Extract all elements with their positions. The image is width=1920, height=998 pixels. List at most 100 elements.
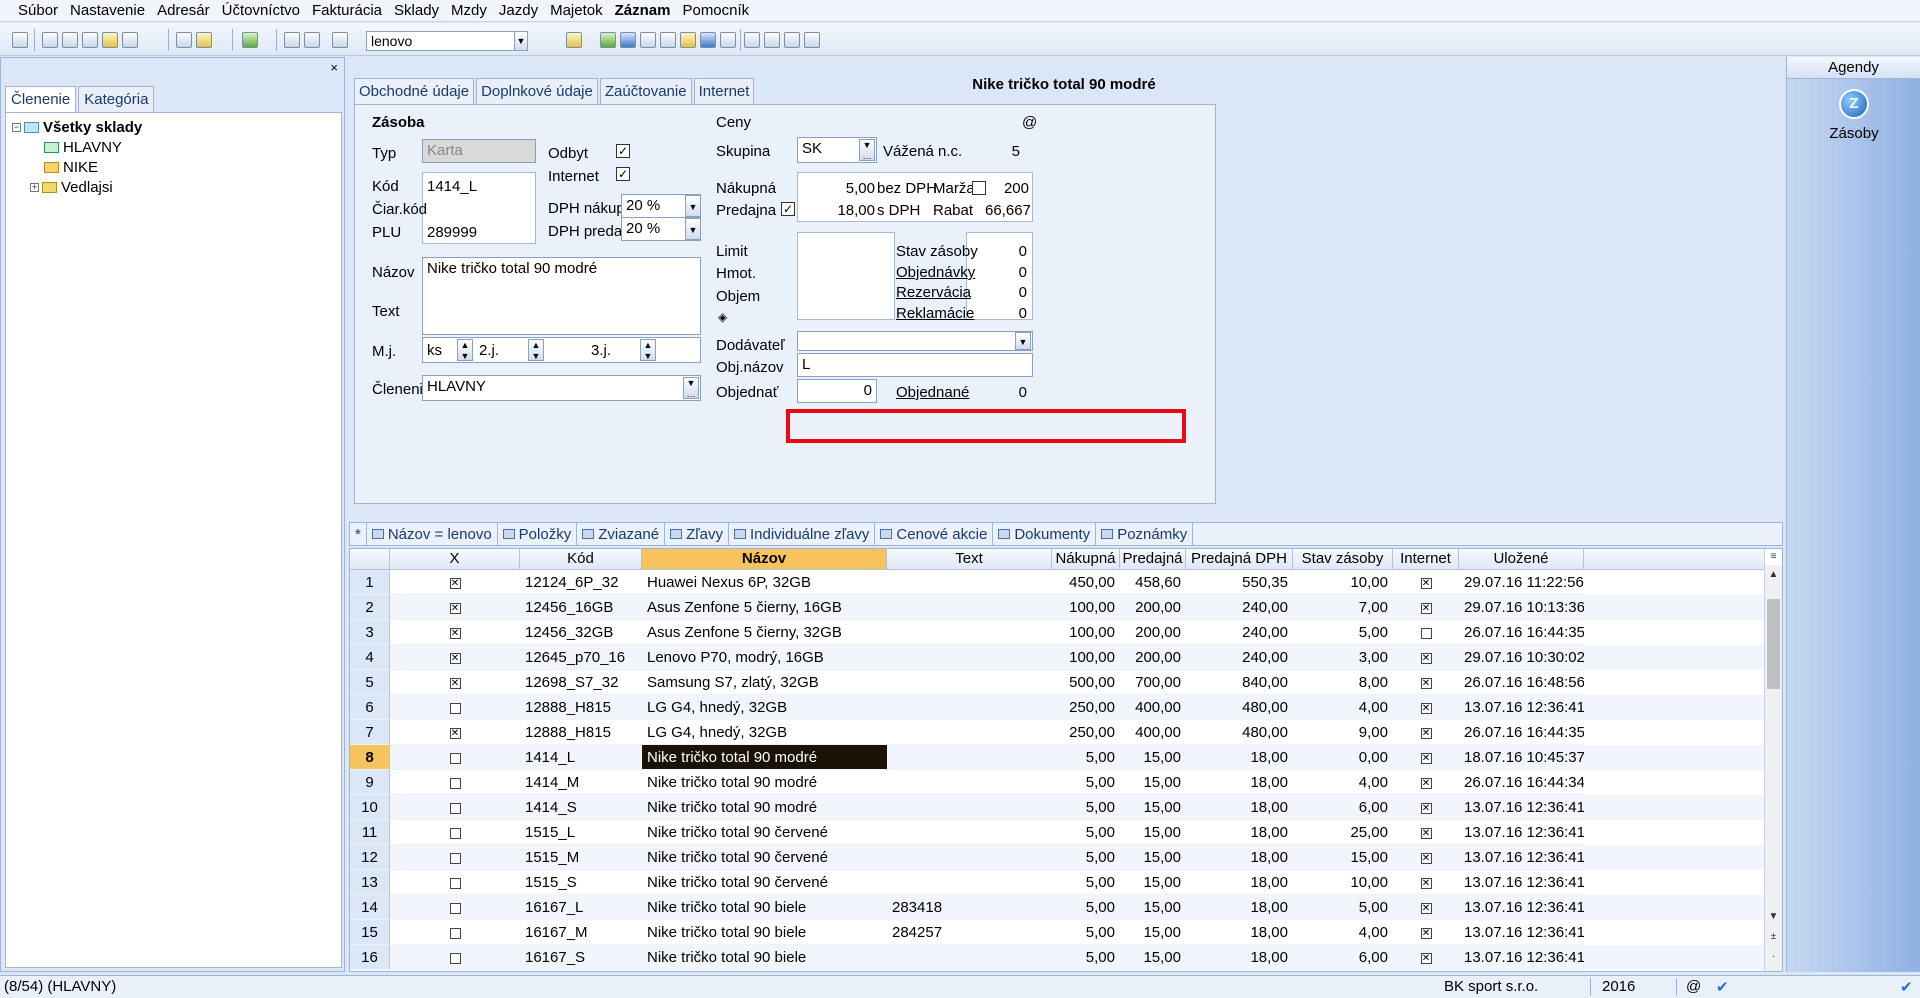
collapse-icon[interactable]: − (12, 122, 21, 132)
table-icon[interactable] (640, 32, 656, 48)
cell-stav[interactable]: 4,00 (1293, 770, 1393, 795)
cell-ulozene[interactable]: 29.07.16 11:22:56 (1459, 570, 1584, 595)
cell-text[interactable] (887, 795, 1052, 820)
cell-nak[interactable]: 5,00 (1052, 820, 1120, 845)
table-row[interactable]: 11 1515_L Nike tričko total 90 červené 5,00… (350, 820, 1766, 845)
cell-stav[interactable]: 10,00 (1293, 570, 1393, 595)
globe-icon[interactable] (620, 32, 636, 48)
tab-kategoria[interactable]: Kategória (78, 86, 155, 112)
calculator-icon[interactable] (660, 32, 676, 48)
cell-nak[interactable]: 5,00 (1052, 770, 1120, 795)
menu-item-7[interactable]: Jazdy (499, 2, 538, 19)
cell-nazov[interactable]: Samsung S7, zlatý, 32GB (642, 670, 887, 695)
objednat-field[interactable]: 0 (797, 379, 877, 403)
chevron-down-icon[interactable]: ▼ (1765, 909, 1782, 925)
cell-pdph[interactable]: 18,00 (1186, 870, 1293, 895)
cell-nak[interactable]: 250,00 (1052, 695, 1120, 720)
cell-nak[interactable]: 5,00 (1052, 920, 1120, 945)
cell-stav[interactable]: 6,00 (1293, 945, 1393, 970)
window-split-icon[interactable] (764, 32, 780, 48)
send-icon[interactable] (122, 32, 138, 48)
cell-nazov[interactable]: LG G4, hnedý, 32GB (642, 695, 887, 720)
unchecked-box-icon[interactable] (449, 902, 461, 914)
print-icon[interactable] (62, 32, 78, 48)
cell-x[interactable]: ✕ (390, 645, 520, 670)
cell-ulozene[interactable]: 13.07.16 12:36:41 (1459, 895, 1584, 920)
at-icon[interactable]: @ (1686, 978, 1701, 995)
cell-text[interactable] (887, 570, 1052, 595)
cell-text[interactable] (887, 670, 1052, 695)
cell-n[interactable]: 6 (350, 695, 390, 720)
odbyt-checkbox[interactable]: ✓ (616, 144, 630, 158)
menu-item-3[interactable]: Účtovníctvo (222, 2, 300, 19)
unchecked-box-icon[interactable] (449, 952, 461, 964)
cell-stav[interactable]: 7,00 (1293, 595, 1393, 620)
tree-node-hlavny[interactable]: HLAVNY (44, 137, 122, 157)
table-row[interactable]: 6 12888_H815 LG G4, hnedý, 32GB 250,00 400,0… (350, 695, 1766, 720)
cell-nak[interactable]: 5,00 (1052, 945, 1120, 970)
cell-pred[interactable]: 15,00 (1120, 745, 1186, 770)
objnazov-field[interactable]: L (797, 353, 1033, 377)
cell-inet[interactable]: ✕ (1393, 945, 1459, 970)
chart-icon[interactable] (720, 32, 736, 48)
objednane-link[interactable]: Objednané (896, 384, 969, 401)
cell-stav[interactable]: 10,00 (1293, 870, 1393, 895)
checked-box-icon[interactable]: ✕ (449, 602, 461, 614)
cell-inet[interactable]: ✕ (1393, 870, 1459, 895)
checked-box-icon[interactable]: ✕ (1420, 802, 1432, 814)
window-icon[interactable] (744, 32, 760, 48)
tab-clenenie[interactable]: Členenie (5, 86, 77, 112)
spinner-icon[interactable]: ▲ ▼ (528, 339, 544, 361)
tree-node-vedlajsi[interactable]: + Vedlajsi (30, 177, 113, 197)
cell-ulozene[interactable]: 13.07.16 12:36:41 (1459, 795, 1584, 820)
cell-pdph[interactable]: 550,35 (1186, 570, 1293, 595)
table-row[interactable]: 16 16167_S Nike tričko total 90 biele 5,00 1… (350, 945, 1766, 970)
reklamacie-link[interactable]: Reklamácie (896, 305, 974, 322)
cell-nazov[interactable]: Nike tričko total 90 biele (642, 920, 887, 945)
cell-n[interactable]: 14 (350, 895, 390, 920)
table-row[interactable]: 1 ✕ 12124_6P_32 Huawei Nexus 6P, 32GB 450,00… (350, 570, 1766, 595)
close-icon[interactable]: × (330, 60, 338, 75)
unchecked-box-icon[interactable] (449, 802, 461, 814)
cell-ulozene[interactable]: 13.07.16 12:36:41 (1459, 845, 1584, 870)
column-header-x[interactable]: X (390, 549, 520, 570)
cell-stav[interactable]: 8,00 (1293, 670, 1393, 695)
menu-item-10[interactable]: Pomocník (682, 2, 749, 19)
cell-nak[interactable]: 100,00 (1052, 645, 1120, 670)
cell-n[interactable]: 2 (350, 595, 390, 620)
cell-pred[interactable]: 15,00 (1120, 920, 1186, 945)
chevron-down-icon[interactable]: ▼ (685, 195, 701, 217)
tab-obchodne-udaje[interactable]: Obchodné údaje (354, 78, 475, 104)
cell-nak[interactable]: 5,00 (1052, 845, 1120, 870)
cell-nazov[interactable]: Asus Zenfone 5 čierny, 16GB (642, 595, 887, 620)
scroll-more-icon[interactable]: · (1765, 949, 1782, 965)
chevron-down-icon[interactable]: ▼ (1015, 332, 1031, 350)
column-header-text[interactable]: Text (887, 549, 1052, 570)
unchecked-box-icon[interactable] (449, 702, 461, 714)
cell-text[interactable] (887, 945, 1052, 970)
cell-kod[interactable]: 16167_S (520, 945, 642, 970)
cell-nak[interactable]: 5,00 (1052, 895, 1120, 920)
cell-nazov[interactable]: Nike tričko total 90 biele (642, 895, 887, 920)
cell-ulozene[interactable]: 29.07.16 10:30:02 (1459, 645, 1584, 670)
cell-stav[interactable]: 4,00 (1293, 920, 1393, 945)
cell-inet[interactable]: ✕ (1393, 820, 1459, 845)
save-icon[interactable] (284, 32, 300, 48)
cell-inet[interactable]: ✕ (1393, 645, 1459, 670)
unchecked-box-icon[interactable] (449, 927, 461, 939)
cell-x[interactable] (390, 920, 520, 945)
cell-nazov[interactable]: Asus Zenfone 5 čierny, 32GB (642, 620, 887, 645)
checked-box-icon[interactable]: ✕ (1420, 702, 1432, 714)
cell-nazov[interactable]: Nike tričko total 90 modré (642, 795, 887, 820)
table-row[interactable]: 13 1515_S Nike tričko total 90 červené 5,00… (350, 870, 1766, 895)
open-icon[interactable] (42, 32, 58, 48)
cell-text[interactable] (887, 870, 1052, 895)
chevron-down-icon[interactable]: ▼… (683, 377, 699, 399)
checked-box-icon[interactable]: ✕ (449, 727, 461, 739)
nazov-field[interactable]: Nike tričko total 90 modré (422, 257, 701, 335)
cell-inet[interactable]: ✕ (1393, 720, 1459, 745)
cell-text[interactable]: 284257 (887, 920, 1052, 945)
unchecked-box-icon[interactable] (449, 852, 461, 864)
cell-text[interactable] (887, 745, 1052, 770)
rabat-field[interactable]: 66,667 (985, 202, 1031, 219)
